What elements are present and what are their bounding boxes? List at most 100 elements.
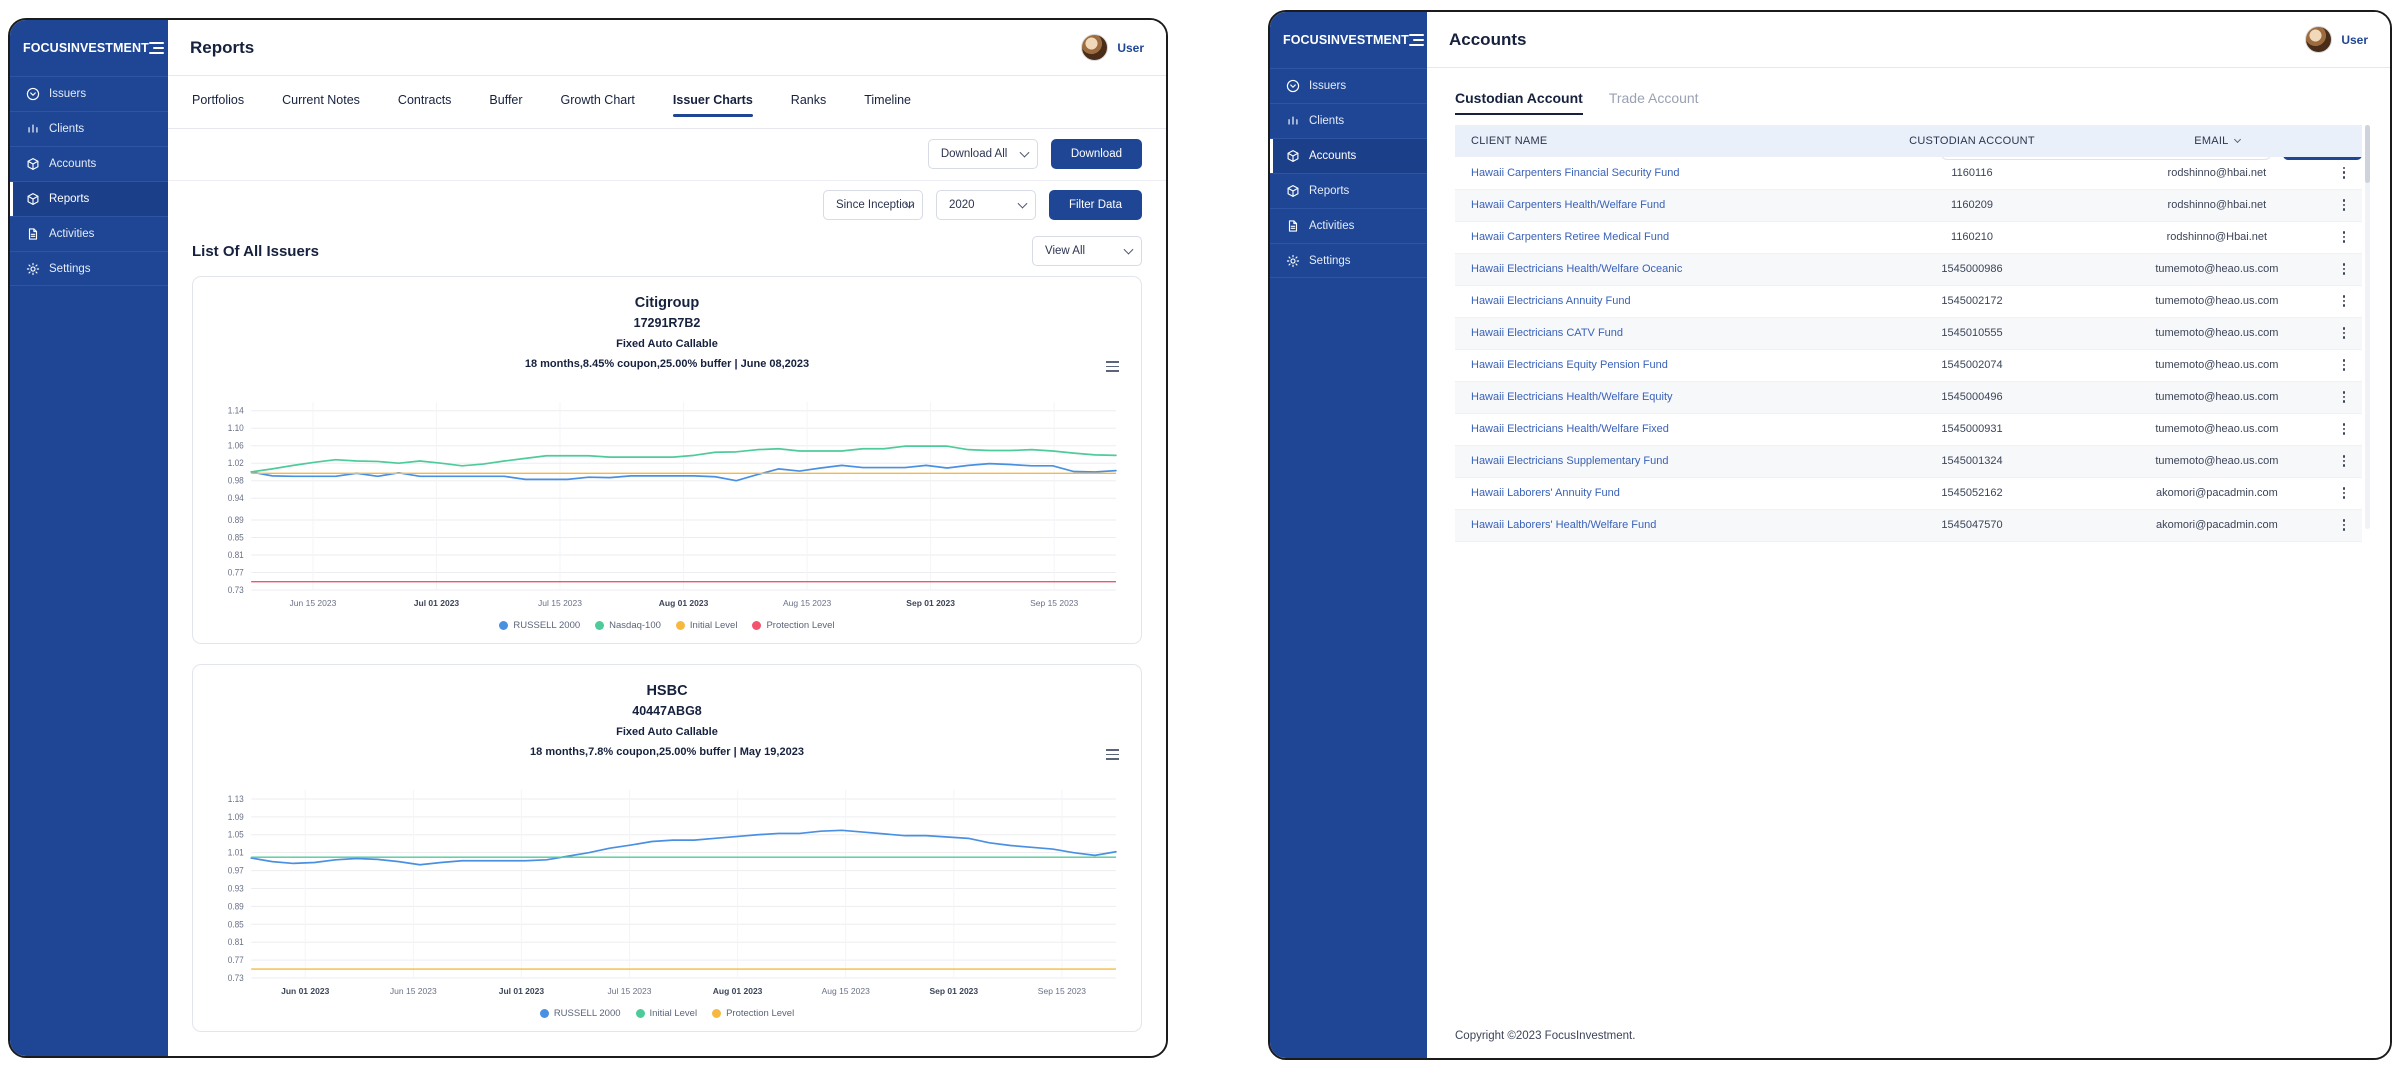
table-row[interactable]: Hawaii Laborers' Annuity Fund1545052162a… xyxy=(1455,477,2362,509)
scrollbar-thumb[interactable] xyxy=(2365,125,2370,183)
cell-client-name[interactable]: Hawaii Electricians Health/Welfare Fixed xyxy=(1455,413,1836,445)
tab-timeline[interactable]: Timeline xyxy=(864,76,911,128)
chevron-circle-icon xyxy=(1286,79,1300,93)
sidebar-item-activities[interactable]: Activities xyxy=(10,216,168,251)
cell-actions[interactable] xyxy=(2326,349,2362,381)
legend-item[interactable]: Initial Level xyxy=(676,620,738,631)
legend-item[interactable]: RUSSELL 2000 xyxy=(540,1008,621,1019)
table-row[interactable]: Hawaii Electricians Supplementary Fund15… xyxy=(1455,445,2362,477)
cell-actions[interactable] xyxy=(2326,317,2362,349)
user-menu[interactable]: User xyxy=(1081,34,1144,61)
cell-client-name[interactable]: Hawaii Electricians Equity Pension Fund xyxy=(1455,349,1836,381)
cell-actions[interactable] xyxy=(2326,413,2362,445)
sidebar-item-clients[interactable]: Clients xyxy=(10,111,168,146)
issuer-product-type: Fixed Auto Callable xyxy=(207,726,1127,738)
cell-client-name[interactable]: Hawaii Carpenters Health/Welfare Fund xyxy=(1455,189,1836,221)
table-row[interactable]: Hawaii Carpenters Retiree Medical Fund11… xyxy=(1455,221,2362,253)
row-menu-icon[interactable] xyxy=(2326,295,2362,307)
cell-actions[interactable] xyxy=(2326,221,2362,253)
cell-client-name[interactable]: Hawaii Electricians CATV Fund xyxy=(1455,317,1836,349)
year-select[interactable]: 2020 xyxy=(936,190,1036,220)
sidebar-item-issuers[interactable]: Issuers xyxy=(10,76,168,111)
period-select[interactable]: Since Inception xyxy=(823,190,923,220)
col-email[interactable]: EMAIL xyxy=(2108,125,2326,157)
row-menu-icon[interactable] xyxy=(2326,391,2362,403)
chart-menu-icon[interactable] xyxy=(1106,749,1119,760)
legend-item[interactable]: Nasdaq-100 xyxy=(595,620,661,631)
table-row[interactable]: Hawaii Electricians CATV Fund1545010555t… xyxy=(1455,317,2362,349)
tab-growth-chart[interactable]: Growth Chart xyxy=(561,76,635,128)
download-button[interactable]: Download xyxy=(1051,139,1142,169)
filter-data-button[interactable]: Filter Data xyxy=(1049,190,1142,220)
user-menu[interactable]: User xyxy=(2305,26,2368,53)
table-row[interactable]: Hawaii Carpenters Financial Security Fun… xyxy=(1455,157,2362,189)
sidebar-item-activities[interactable]: Activities xyxy=(1270,208,1427,243)
svg-text:1.09: 1.09 xyxy=(228,812,244,822)
tab-contracts[interactable]: Contracts xyxy=(398,76,452,128)
row-menu-icon[interactable] xyxy=(2326,231,2362,243)
cell-actions[interactable] xyxy=(2326,509,2362,541)
cell-client-name[interactable]: Hawaii Carpenters Financial Security Fun… xyxy=(1455,157,1836,189)
download-scope-select[interactable]: Download All xyxy=(928,139,1038,169)
table-row[interactable]: Hawaii Electricians Health/Welfare Fixed… xyxy=(1455,413,2362,445)
cell-client-name[interactable]: Hawaii Carpenters Retiree Medical Fund xyxy=(1455,221,1836,253)
sidebar-item-accounts[interactable]: Accounts xyxy=(10,146,168,181)
cell-actions[interactable] xyxy=(2326,445,2362,477)
tab-portfolios[interactable]: Portfolios xyxy=(192,76,244,128)
chart-menu-icon[interactable] xyxy=(1106,361,1119,372)
col-custodian-account[interactable]: CUSTODIAN ACCOUNT xyxy=(1836,125,2108,157)
row-menu-icon[interactable] xyxy=(2326,199,2362,211)
tab-buffer[interactable]: Buffer xyxy=(489,76,522,128)
legend-item[interactable]: Protection Level xyxy=(712,1008,794,1019)
cell-client-name[interactable]: Hawaii Laborers' Health/Welfare Fund xyxy=(1455,509,1836,541)
legend-item[interactable]: Initial Level xyxy=(636,1008,698,1019)
row-menu-icon[interactable] xyxy=(2326,519,2362,531)
row-menu-icon[interactable] xyxy=(2326,359,2362,371)
tab-custodian-account[interactable]: Custodian Account xyxy=(1455,90,1583,115)
table-scrollbar[interactable] xyxy=(2365,125,2370,529)
tab-current-notes[interactable]: Current Notes xyxy=(282,76,360,128)
row-menu-icon[interactable] xyxy=(2326,263,2362,275)
table-row[interactable]: Hawaii Carpenters Health/Welfare Fund116… xyxy=(1455,189,2362,221)
tab-issuer-charts[interactable]: Issuer Charts xyxy=(673,76,753,128)
table-row[interactable]: Hawaii Electricians Annuity Fund15450021… xyxy=(1455,285,2362,317)
table-row[interactable]: Hawaii Electricians Health/Welfare Equit… xyxy=(1455,381,2362,413)
table-row[interactable]: Hawaii Laborers' Health/Welfare Fund1545… xyxy=(1455,509,2362,541)
row-menu-icon[interactable] xyxy=(2326,327,2362,339)
legend-item[interactable]: RUSSELL 2000 xyxy=(499,620,580,631)
tab-ranks[interactable]: Ranks xyxy=(791,76,826,128)
view-all-select[interactable]: View All xyxy=(1032,236,1142,266)
charts-scroll-area[interactable]: Citigroup17291R7B2Fixed Auto Callable18 … xyxy=(168,276,1166,1056)
col-client-name[interactable]: CLIENT NAME xyxy=(1455,125,1836,157)
sidebar-item-settings[interactable]: Settings xyxy=(10,251,168,286)
cell-actions[interactable] xyxy=(2326,157,2362,189)
tab-trade-account[interactable]: Trade Account xyxy=(1609,90,1699,115)
row-menu-icon[interactable] xyxy=(2326,455,2362,467)
row-menu-icon[interactable] xyxy=(2326,167,2362,179)
sidebar-item-accounts[interactable]: Accounts xyxy=(1270,138,1427,173)
cell-client-name[interactable]: Hawaii Electricians Annuity Fund xyxy=(1455,285,1836,317)
sidebar-item-clients[interactable]: Clients xyxy=(1270,103,1427,138)
sidebar-item-settings[interactable]: Settings xyxy=(1270,243,1427,278)
cell-actions[interactable] xyxy=(2326,477,2362,509)
row-menu-icon[interactable] xyxy=(2326,487,2362,499)
table-row[interactable]: Hawaii Electricians Equity Pension Fund1… xyxy=(1455,349,2362,381)
menu-toggle-icon[interactable] xyxy=(149,42,164,54)
table-row[interactable]: Hawaii Electricians Health/Welfare Ocean… xyxy=(1455,253,2362,285)
cell-actions[interactable] xyxy=(2326,285,2362,317)
cell-client-name[interactable]: Hawaii Electricians Health/Welfare Equit… xyxy=(1455,381,1836,413)
sidebar-item-issuers[interactable]: Issuers xyxy=(1270,68,1427,103)
legend-item[interactable]: Protection Level xyxy=(752,620,834,631)
row-menu-icon[interactable] xyxy=(2326,423,2362,435)
issuer-terms: 18 months,8.45% coupon,25.00% buffer | J… xyxy=(207,358,1127,370)
cell-actions[interactable] xyxy=(2326,253,2362,285)
sidebar-item-reports[interactable]: Reports xyxy=(10,181,168,216)
cell-actions[interactable] xyxy=(2326,189,2362,221)
sidebar-item-reports[interactable]: Reports xyxy=(1270,173,1427,208)
menu-toggle-icon[interactable] xyxy=(1409,34,1424,46)
cell-client-name[interactable]: Hawaii Electricians Health/Welfare Ocean… xyxy=(1455,253,1836,285)
cell-actions[interactable] xyxy=(2326,381,2362,413)
table-body: Hawaii Carpenters Financial Security Fun… xyxy=(1455,157,2362,541)
cell-client-name[interactable]: Hawaii Laborers' Annuity Fund xyxy=(1455,477,1836,509)
cell-client-name[interactable]: Hawaii Electricians Supplementary Fund xyxy=(1455,445,1836,477)
